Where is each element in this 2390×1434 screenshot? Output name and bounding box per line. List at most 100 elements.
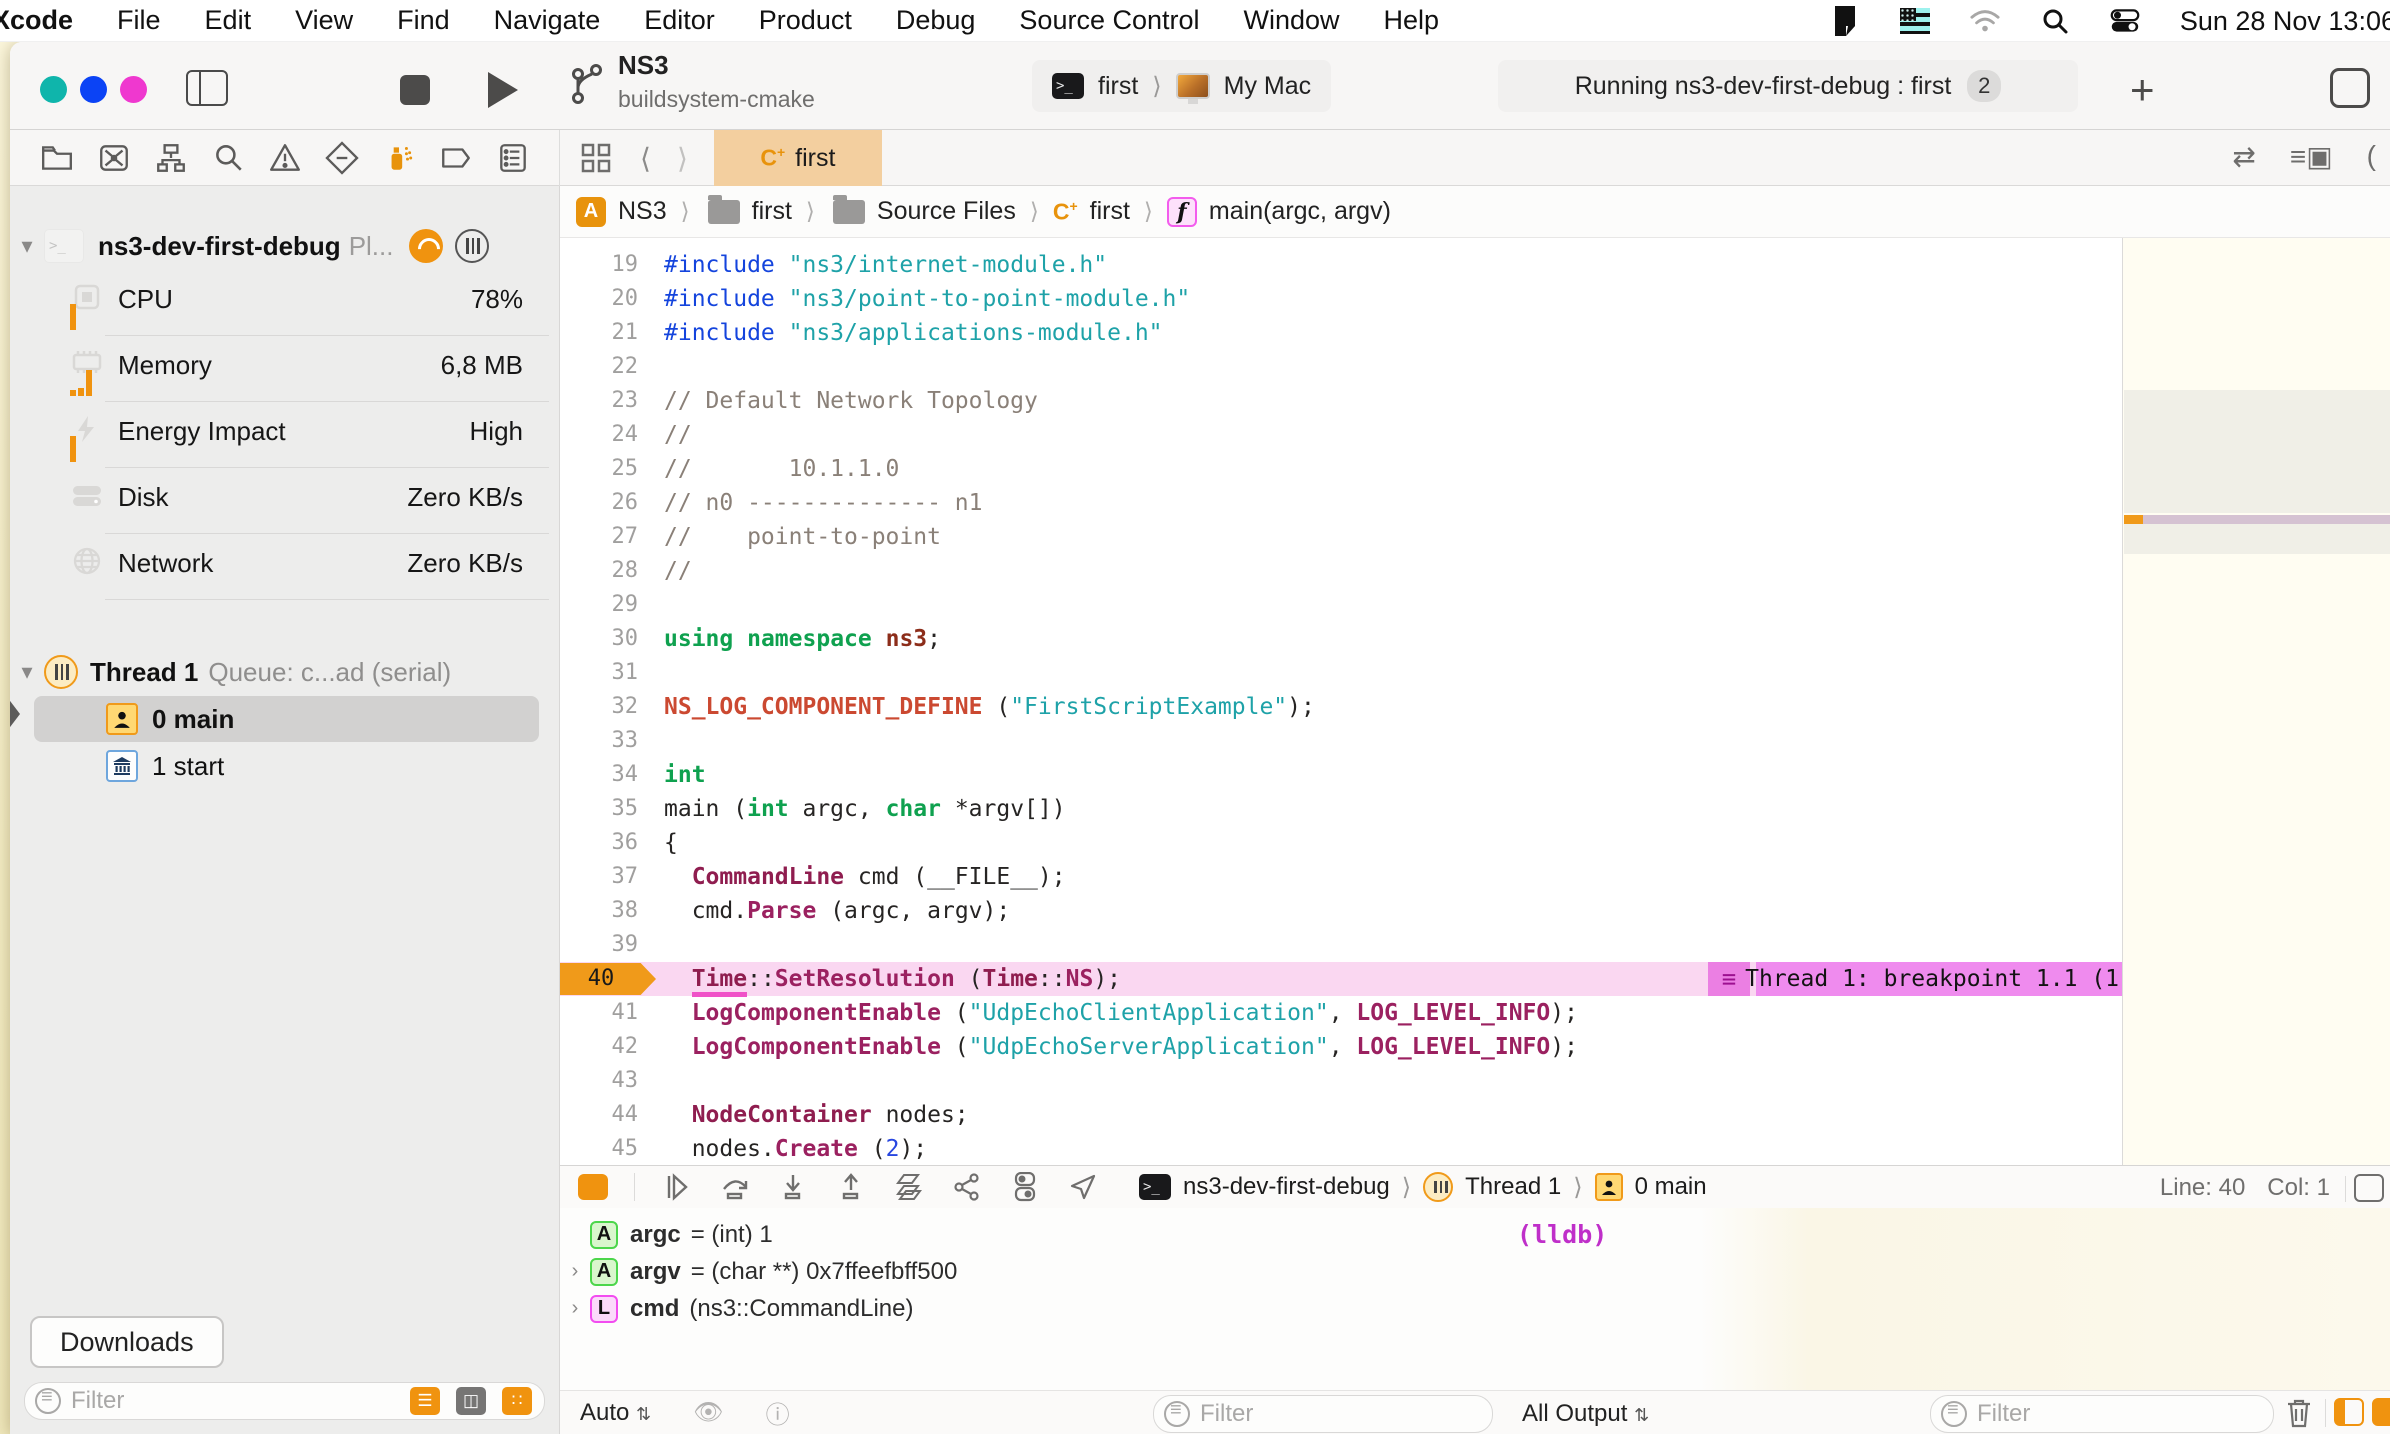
debug-memory-graph-button[interactable] bbox=[951, 1171, 983, 1203]
gauge-row-network[interactable]: Network Zero KB/s bbox=[10, 534, 559, 600]
stop-button[interactable] bbox=[400, 75, 430, 105]
gauge-row-disk[interactable]: Disk Zero KB/s bbox=[10, 468, 559, 534]
menu-item-product[interactable]: Product bbox=[759, 5, 852, 36]
variables-scope-select[interactable]: Auto ⇅ bbox=[580, 1399, 651, 1427]
filter-stack-toggle[interactable]: ◫ bbox=[456, 1387, 486, 1415]
chevron-down-icon[interactable]: ▾ bbox=[10, 233, 44, 259]
line-number[interactable]: 41 bbox=[560, 996, 639, 1030]
tab-overview-icon[interactable] bbox=[578, 140, 614, 176]
debug-layout-icon[interactable] bbox=[2354, 1174, 2384, 1202]
tab-first[interactable]: C+ first bbox=[713, 130, 882, 186]
line-number[interactable]: 25 bbox=[560, 452, 639, 486]
gauge-row-memory[interactable]: Memory 6,8 MB bbox=[10, 336, 559, 402]
breakpoint-menu-icon[interactable]: ≡ bbox=[1708, 962, 1750, 996]
jump-frame[interactable]: 0 main bbox=[1635, 1173, 1707, 1201]
line-number[interactable]: 37 bbox=[560, 860, 639, 894]
adjust-editor-icon[interactable]: ≡▣ bbox=[2290, 140, 2333, 173]
line-number[interactable]: 29 bbox=[560, 588, 639, 622]
line-number[interactable]: 38 bbox=[560, 894, 639, 928]
line-number[interactable]: 28 bbox=[560, 554, 639, 588]
line-number[interactable]: 35 bbox=[560, 792, 639, 826]
show-console-panel-toggle[interactable] bbox=[2372, 1398, 2390, 1426]
line-number[interactable]: 31 bbox=[560, 656, 639, 690]
line-number[interactable]: 19 bbox=[560, 248, 639, 282]
breakpoint-annotation[interactable]: Thread 1: breakpoint 1.1 (1) bbox=[1745, 962, 2122, 996]
line-number[interactable]: 34 bbox=[560, 758, 639, 792]
forward-button[interactable]: ⟩ bbox=[677, 142, 688, 175]
console-filter-field[interactable]: Filter bbox=[1930, 1395, 2274, 1433]
breadcrumb-item[interactable]: Source Files bbox=[877, 197, 1016, 226]
step-over-button[interactable] bbox=[719, 1171, 751, 1203]
clear-console-trash-icon[interactable] bbox=[2286, 1398, 2312, 1428]
line-number[interactable]: 44 bbox=[560, 1098, 639, 1132]
split-editor-icon[interactable]: ( bbox=[2367, 140, 2376, 173]
back-button[interactable]: ⟨ bbox=[640, 142, 651, 175]
issue-navigator-icon[interactable] bbox=[267, 140, 303, 176]
swap-editor-icon[interactable]: ⇄ bbox=[2232, 140, 2255, 173]
breadcrumb-item[interactable]: main(argc, argv) bbox=[1209, 197, 1391, 226]
gauge-mode-icon[interactable] bbox=[409, 229, 444, 263]
simulate-location-button[interactable] bbox=[1067, 1171, 1099, 1203]
info-icon[interactable]: ⓘ bbox=[766, 1395, 790, 1430]
menu-item-help[interactable]: Help bbox=[1384, 5, 1440, 36]
breadcrumb-item[interactable]: first bbox=[752, 197, 792, 226]
keyboard-flag-icon[interactable] bbox=[1899, 6, 1930, 36]
line-number[interactable]: 20 bbox=[560, 282, 639, 316]
symbol-navigator-icon[interactable] bbox=[153, 140, 189, 176]
quicklook-eye-icon[interactable]: 👁 bbox=[693, 1398, 723, 1427]
line-number[interactable]: 45 bbox=[560, 1132, 639, 1165]
line-number[interactable]: 36 bbox=[560, 826, 639, 860]
variable-row-argc[interactable]: Aargc = (int) 1 bbox=[560, 1216, 1481, 1253]
step-out-button[interactable] bbox=[835, 1171, 867, 1203]
zoom-window-button[interactable] bbox=[120, 76, 147, 103]
gauge-row-cpu[interactable]: CPU 78% bbox=[10, 270, 559, 336]
notes-app-icon[interactable] bbox=[1830, 6, 1860, 36]
menu-item-find[interactable]: Find bbox=[397, 5, 450, 36]
chevron-right-icon[interactable]: › bbox=[560, 1260, 590, 1283]
variables-filter-field[interactable]: Filter bbox=[1153, 1395, 1493, 1433]
library-add-button[interactable]: + bbox=[2130, 66, 2155, 114]
jump-thread[interactable]: Thread 1 bbox=[1465, 1173, 1561, 1201]
environment-overrides-button[interactable] bbox=[1009, 1171, 1041, 1203]
breakpoints-enabled-toggle[interactable] bbox=[578, 1174, 608, 1200]
stack-frame-0-main[interactable]: 0 main bbox=[34, 696, 539, 742]
console-output-select[interactable]: All Output ⇅ bbox=[1522, 1400, 1649, 1428]
test-navigator-icon[interactable] bbox=[324, 140, 360, 176]
scheme-target[interactable]: first bbox=[1098, 72, 1138, 101]
debug-navigator-icon[interactable] bbox=[381, 140, 417, 176]
downloads-button[interactable]: Downloads bbox=[30, 1316, 224, 1368]
line-number[interactable]: 39 bbox=[560, 928, 639, 962]
step-into-button[interactable] bbox=[777, 1171, 809, 1203]
issue-count-badge[interactable]: 2 bbox=[1967, 70, 2002, 102]
activity-status[interactable]: Running ns3-dev-first-debug : first 2 bbox=[1498, 60, 2078, 112]
line-number[interactable]: 30 bbox=[560, 622, 639, 656]
thread-mode-icon[interactable] bbox=[455, 229, 490, 263]
minimap-pane[interactable] bbox=[2122, 238, 2390, 1165]
menu-item-file[interactable]: File bbox=[117, 5, 161, 36]
report-navigator-icon[interactable] bbox=[495, 140, 531, 176]
scheme-destination[interactable]: My Mac bbox=[1224, 72, 1312, 101]
line-number[interactable]: 22 bbox=[560, 350, 639, 384]
menu-item-edit[interactable]: Edit bbox=[205, 5, 252, 36]
find-navigator-icon[interactable] bbox=[210, 140, 246, 176]
menu-item-view[interactable]: View bbox=[295, 5, 353, 36]
spotlight-icon[interactable] bbox=[2040, 6, 2070, 36]
editor-options-button[interactable] bbox=[2330, 68, 2370, 108]
line-number[interactable]: 33 bbox=[560, 724, 639, 758]
line-number[interactable]: 23 bbox=[560, 384, 639, 418]
run-button[interactable] bbox=[488, 72, 518, 108]
menu-item-source-control[interactable]: Source Control bbox=[1019, 5, 1199, 36]
menu-item-debug[interactable]: Debug bbox=[896, 5, 976, 36]
navigator-filter-field[interactable]: Filter ☰ ◫ ∷ bbox=[24, 1382, 545, 1420]
stack-frame-1-start[interactable]: 1 start bbox=[34, 743, 539, 789]
variable-row-cmd[interactable]: › Lcmd (ns3::CommandLine) bbox=[560, 1290, 1481, 1327]
variable-row-argv[interactable]: › Aargv = (char **) 0x7ffeefbff500 bbox=[560, 1253, 1481, 1290]
menu-item-navigate[interactable]: Navigate bbox=[494, 5, 601, 36]
minimize-window-button[interactable] bbox=[80, 76, 107, 103]
menu-item-xcode[interactable]: Xcode bbox=[0, 5, 73, 36]
line-number[interactable]: 42 bbox=[560, 1030, 639, 1064]
thread-row[interactable]: ▾ Thread 1 Queue: c...ad (serial) bbox=[10, 650, 559, 694]
menu-clock[interactable]: Sun 28 Nov 13:06 bbox=[2180, 6, 2390, 37]
line-number[interactable]: 26 bbox=[560, 486, 639, 520]
line-number[interactable]: 43 bbox=[560, 1064, 639, 1098]
